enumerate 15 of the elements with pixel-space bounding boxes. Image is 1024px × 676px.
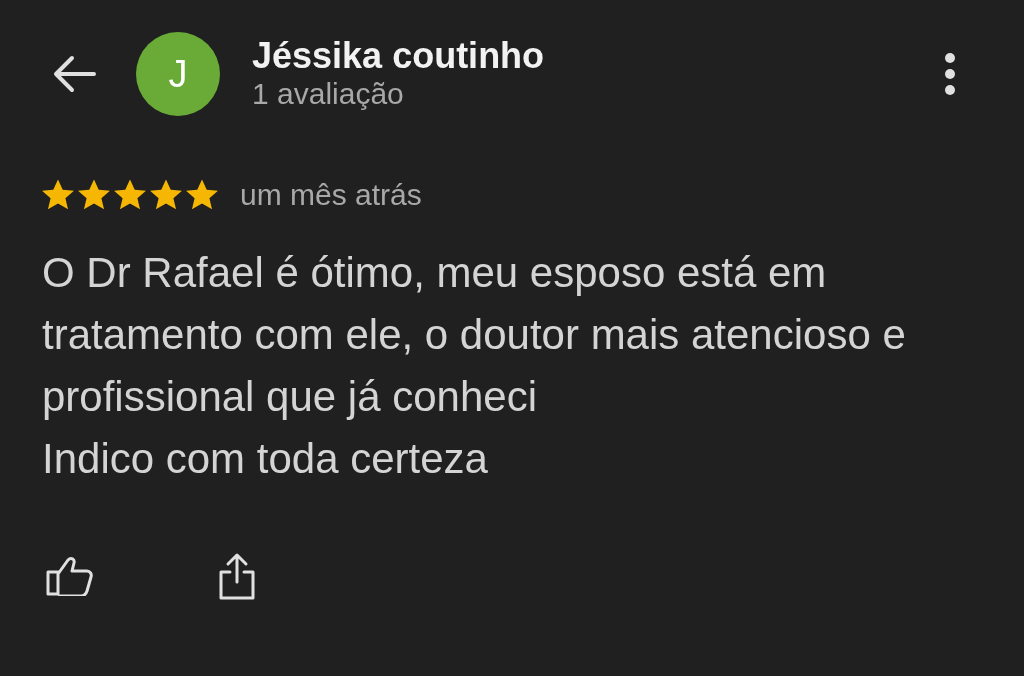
reviewer-name[interactable]: Jéssika coutinho (252, 36, 944, 76)
review-time: um mês atrás (240, 178, 422, 212)
thumbs-up-icon[interactable] (46, 556, 94, 596)
avatar: J (136, 32, 220, 116)
more-options-icon[interactable] (944, 52, 956, 96)
review-text: O Dr Rafael é ótimo, meu esposo está em tratamento com ele, o doutor mais atencioso e profissional que já conheci (42, 248, 907, 422)
star-icon (184, 178, 220, 212)
review-text: Indico com toda certeza (42, 434, 489, 484)
star-icon (40, 178, 76, 212)
star-icon (148, 178, 184, 212)
star-icon (112, 178, 148, 212)
back-arrow-icon[interactable] (52, 54, 96, 94)
review-count: 1 avaliação (252, 76, 405, 112)
share-icon[interactable] (218, 552, 256, 600)
star-icon (76, 178, 112, 212)
